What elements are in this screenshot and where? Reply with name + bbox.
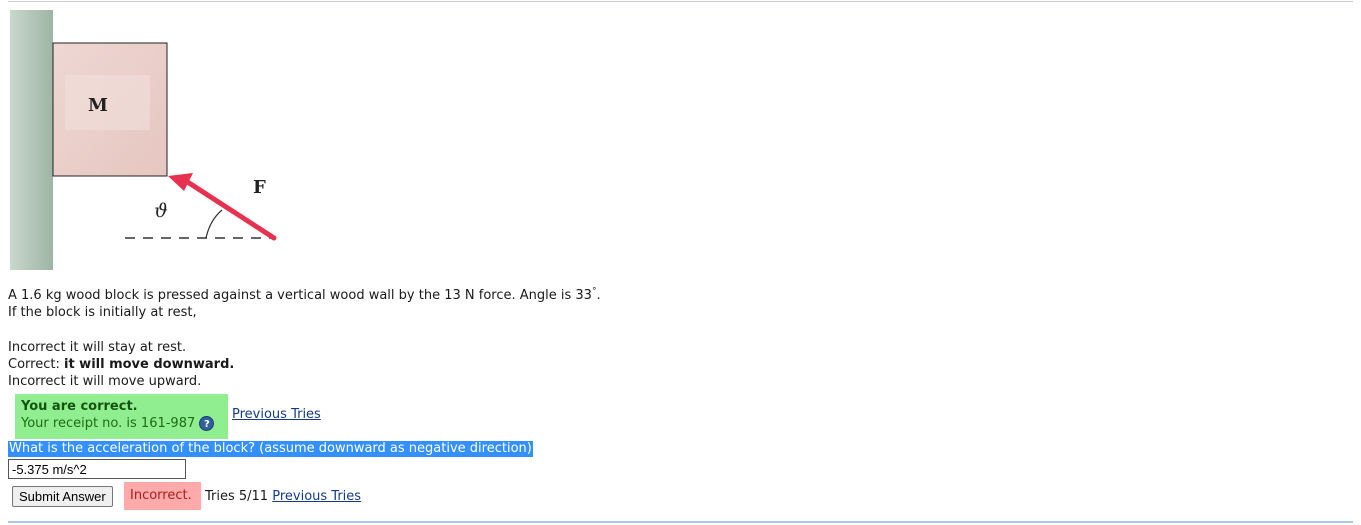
receipt-text: Your receipt no. is 161-987 ?	[21, 415, 228, 432]
physics-diagram: M F ϑ	[10, 10, 277, 270]
angle-arc	[205, 209, 223, 239]
force-label: F	[253, 177, 266, 198]
correct-feedback-title: You are correct.	[21, 399, 138, 414]
wall	[10, 10, 53, 270]
problem-statement: A 1.6 kg wood block is pressed against a…	[8, 286, 601, 303]
problem-prompt: If the block is initially at rest,	[8, 305, 197, 320]
top-divider	[8, 1, 1353, 2]
bottom-divider	[8, 521, 1353, 523]
previous-tries-link-2[interactable]: Previous Tries	[272, 489, 361, 504]
choice-move-upward: Incorrect it will move upward.	[8, 374, 202, 389]
question-mark-icon[interactable]: ?	[199, 416, 215, 431]
question-text: What is the acceleration of the block? (…	[8, 441, 533, 457]
choice-stay-at-rest: Incorrect it will stay at rest.	[8, 340, 187, 355]
incorrect-feedback-badge: Incorrect.	[124, 482, 201, 510]
answer-input[interactable]	[8, 459, 186, 479]
correct-feedback-box: You are correct. Your receipt no. is 161…	[15, 394, 228, 439]
block-label: M	[88, 95, 108, 116]
angle-label: ϑ	[154, 200, 168, 222]
submit-answer-button[interactable]: Submit Answer	[12, 486, 113, 507]
previous-tries-link[interactable]: Previous Tries	[232, 407, 321, 422]
choice-move-downward: Correct: it will move downward.	[8, 357, 235, 372]
tries-counter: Tries 5/11 Previous Tries	[205, 489, 362, 504]
